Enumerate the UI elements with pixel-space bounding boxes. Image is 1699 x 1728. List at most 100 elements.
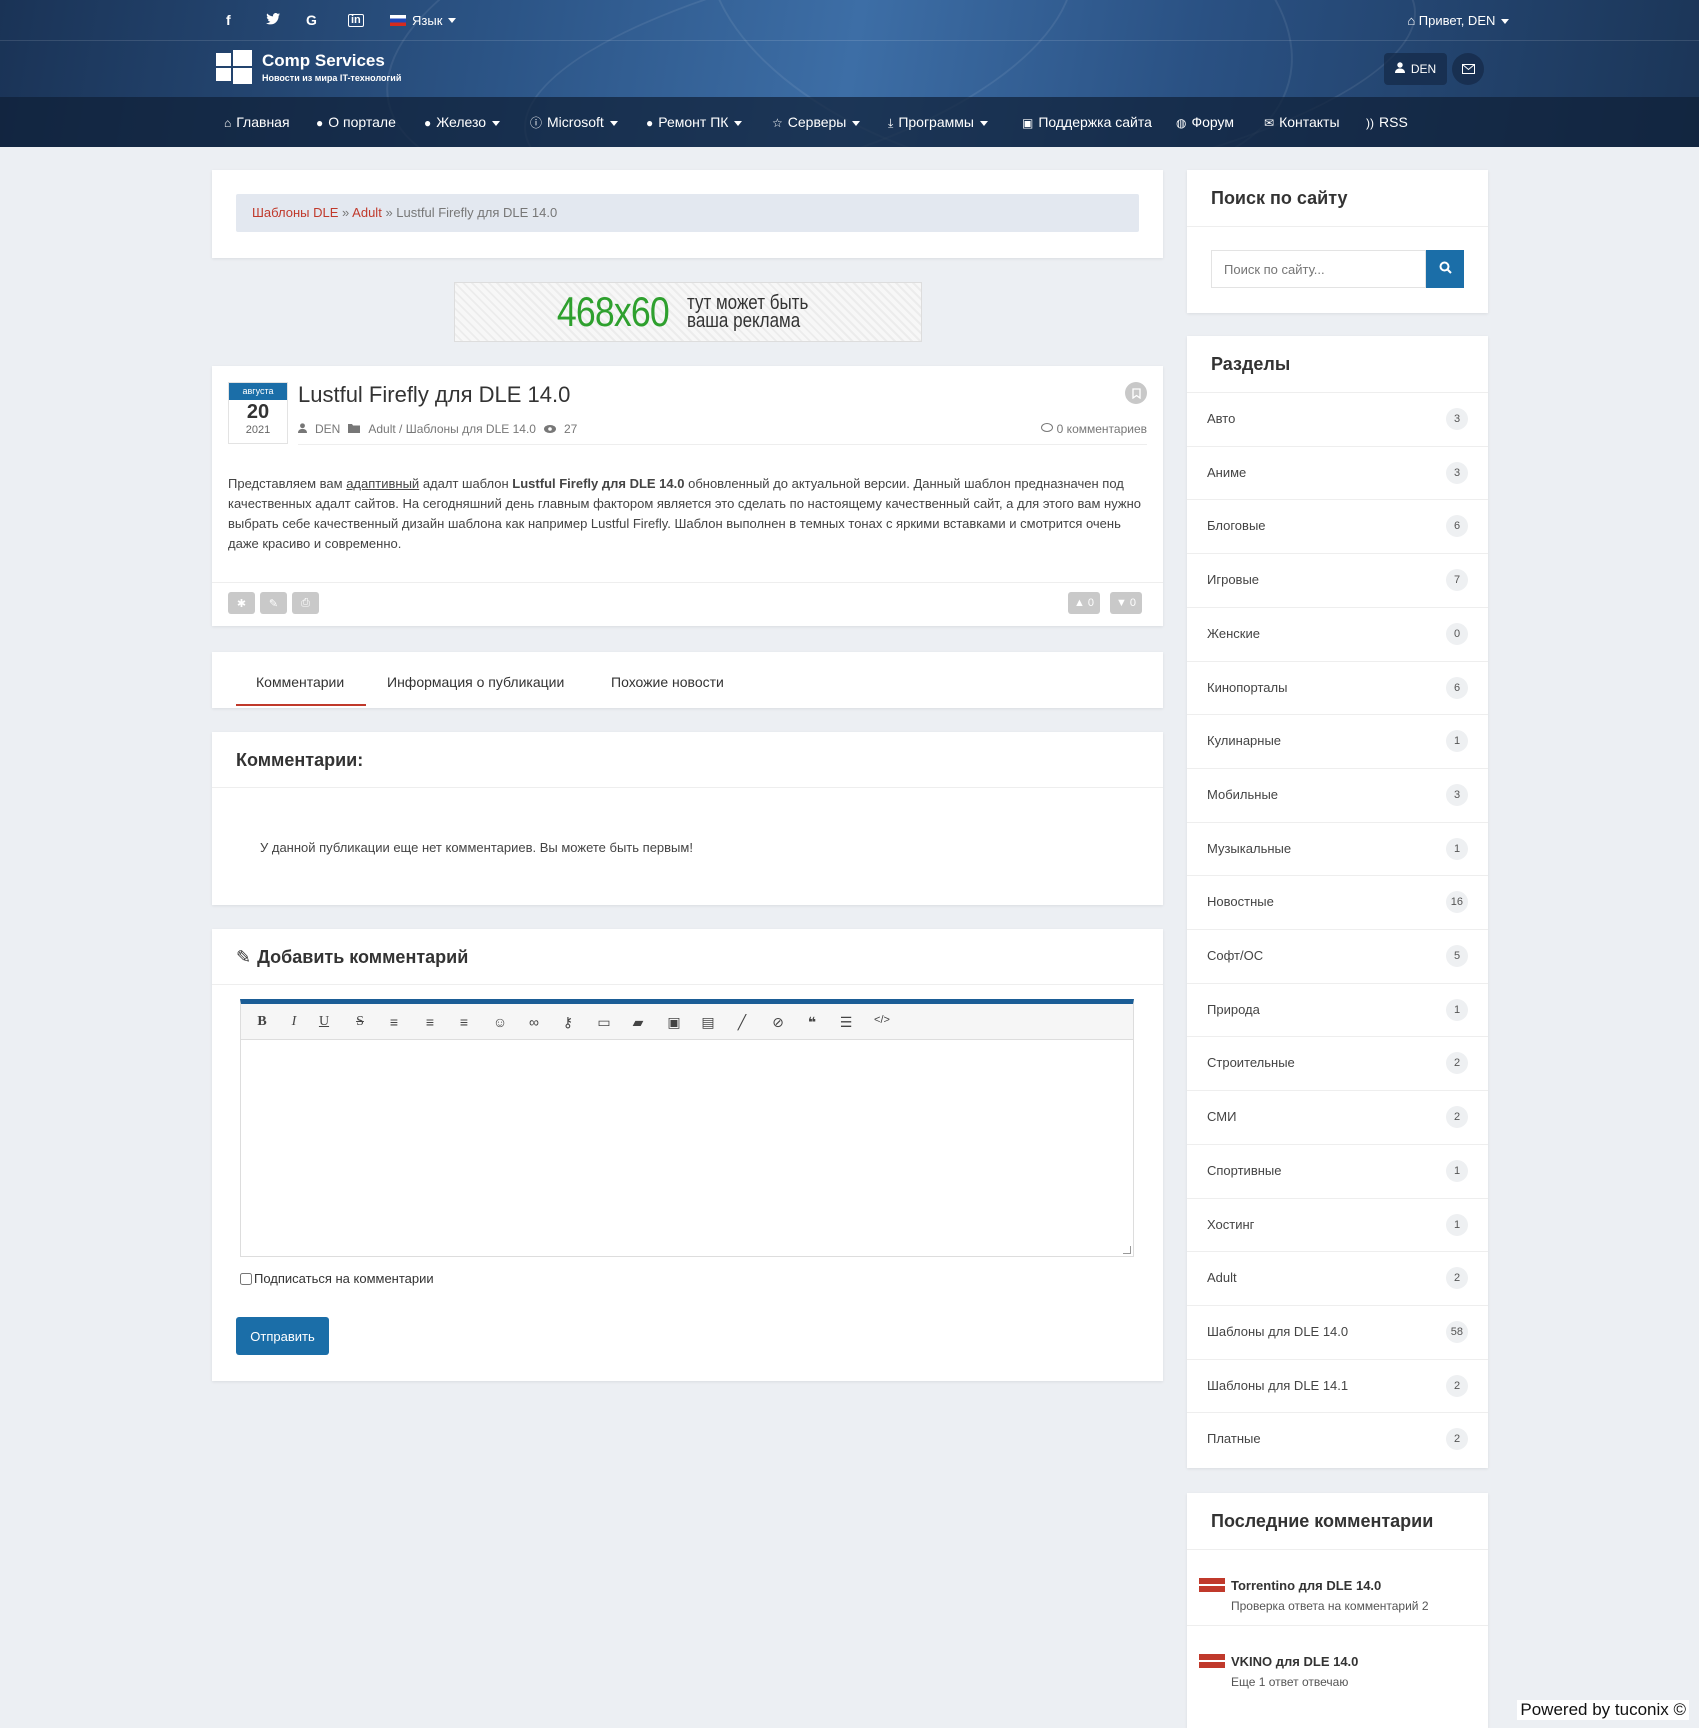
divider [212,582,1163,583]
divider [212,787,1163,788]
complaint-button[interactable]: ✱ [228,592,255,614]
sidebar-item-category[interactable]: Женские 0 [1187,606,1488,661]
underline-icon[interactable]: U [315,1014,333,1030]
italic-icon[interactable]: I [285,1014,303,1030]
search-button[interactable] [1426,250,1464,288]
sidebar-item-category[interactable]: Аниме 3 [1187,445,1488,500]
post-categories[interactable]: Adult / Шаблоны для DLE 14.0 [368,422,536,436]
sections-title: Разделы [1211,354,1291,374]
align-center-icon[interactable]: ≡ [421,1014,439,1030]
sidebar-item-category[interactable]: Мобильные 3 [1187,767,1488,822]
print-button[interactable]: ⎙ [292,592,319,614]
sidebar-item-category[interactable]: Спортивные 1 [1187,1143,1488,1198]
vote-down-button[interactable]: ▼ 0 [1110,592,1143,614]
bookmark-icon[interactable] [1125,382,1147,404]
image-icon[interactable]: ▭ [595,1014,613,1031]
edit-button[interactable]: ✎ [260,592,287,614]
nav-item-contacts[interactable]: ✉ Контакты [1264,114,1340,130]
tab-publication-info[interactable]: Информация о публикации [387,674,564,690]
sidebar-item-category[interactable]: Кинопорталы 6 [1187,660,1488,715]
sidebar-item-category[interactable]: Природа 1 [1187,982,1488,1037]
breadcrumb-separator: » [342,205,350,220]
nav-item-rss[interactable]: )) RSS [1366,114,1408,130]
submit-comment-button[interactable]: Отправить [236,1317,329,1355]
sidebar-item-category[interactable]: Adult 2 [1187,1251,1488,1305]
sidebar-item-category[interactable]: Шаблоны для DLE 14.1 2 [1187,1358,1488,1413]
quote-icon[interactable]: ❝ [803,1014,821,1031]
tab-comments[interactable]: Комментарии [256,674,344,690]
twitter-icon[interactable] [266,12,280,28]
category-label: Новостные [1207,894,1274,910]
sidebar-item-category[interactable]: Игровые 7 [1187,553,1488,607]
sidebar-item-category[interactable]: Блоговые 6 [1187,499,1488,553]
color-icon[interactable]: ╱ [733,1014,751,1031]
site-header: f G in Язык ⌂ Привет, DEN Comp Services … [0,0,1699,147]
nav-item-hardware[interactable]: ● Железо [424,114,501,130]
subscribe-checkbox-input[interactable] [240,1272,252,1285]
rss-icon: )) [1366,116,1374,130]
sidebar-item-category[interactable]: Строительные 2 [1187,1036,1488,1090]
smile-icon[interactable]: ☺ [491,1014,509,1030]
last-comment-title[interactable]: Torrentino для DLE 14.0 [1231,1578,1381,1593]
sidebar-item-category[interactable]: Новостные 16 [1187,875,1488,929]
site-logo[interactable]: Comp Services Новости из мира IT-техноло… [216,50,401,84]
sidebar-item-category[interactable]: Музыкальные 1 [1187,821,1488,876]
post-author[interactable]: DEN [315,422,340,436]
key-icon[interactable]: ⚷ [559,1014,577,1031]
user-profile-button[interactable]: DEN [1384,53,1447,85]
home-icon: ⌂ [224,116,232,130]
nav-item-servers[interactable]: ☆ Серверы [772,114,861,130]
resize-handle[interactable] [1123,1246,1131,1254]
folder-icon[interactable]: ▰ [629,1014,647,1031]
messages-button[interactable] [1452,53,1484,85]
comment-editor[interactable]: B I U S ≡ ≡ ≡ ☺ ∞ ⚷ ▭ ▰ ▣ ▤ ╱ ⊘ ❝ ☰ </> [240,999,1134,1257]
subscribe-checkbox[interactable]: Подписаться на комментарии [240,1271,434,1286]
nav-item-about[interactable]: ● О портале [316,114,396,130]
breadcrumb-link-adult[interactable]: Adult [352,205,382,220]
sidebar-item-category[interactable]: Платные 2 [1187,1412,1488,1466]
language-dropdown[interactable]: Язык [390,13,457,28]
sidebar-item-category[interactable]: Софт/ОС 5 [1187,929,1488,983]
bold-icon[interactable]: B [253,1014,271,1030]
sidebar-item-category[interactable]: Авто 3 [1187,392,1488,446]
align-left-icon[interactable]: ≡ [385,1014,403,1030]
link-icon[interactable]: ∞ [525,1014,543,1030]
post-date-badge: августа 20 2021 [228,382,288,444]
nav-item-forum[interactable]: ◍ Форум [1176,114,1234,130]
nav-item-microsoft[interactable]: ⓘ Microsoft [530,114,618,131]
nav-item-programs[interactable]: ⤓ Программы [888,114,988,131]
list-item[interactable]: Torrentino для DLE 14.0 Проверка ответа … [1187,1549,1488,1625]
search-input[interactable] [1211,250,1426,288]
ad-banner[interactable]: 468x60 тут может быть ваша реклама [454,282,922,342]
sidebar-item-category[interactable]: Кулинарные 1 [1187,714,1488,768]
strike-icon[interactable]: S [351,1014,369,1030]
greeting-text: Привет, DEN [1418,13,1496,28]
code-icon[interactable]: </> [873,1014,891,1026]
post-comments-count[interactable]: 0 комментариев [1041,422,1147,436]
facebook-icon[interactable]: f [226,12,231,28]
tab-similar-news[interactable]: Похожие новости [611,674,724,690]
last-comment-title[interactable]: VKINO для DLE 14.0 [1231,1654,1358,1669]
download-icon: ⤓ [888,116,894,130]
breadcrumb-link-dle-templates[interactable]: Шаблоны DLE [252,205,338,220]
sidebar-item-category[interactable]: Хостинг 1 [1187,1197,1488,1252]
sidebar-item-category[interactable]: СМИ 2 [1187,1090,1488,1144]
align-right-icon[interactable]: ≡ [455,1014,473,1030]
nav-item-support[interactable]: ▣ Поддержка сайта [1022,114,1152,130]
vote-up-button[interactable]: ▲ 0 [1068,592,1101,614]
user-greeting-dropdown[interactable]: ⌂ Привет, DEN [1407,13,1509,28]
chevron-down-icon [492,120,501,126]
list-icon[interactable]: ☰ [837,1014,855,1031]
category-label: Платные [1207,1431,1261,1447]
post-body-link[interactable]: адаптивный [346,476,419,491]
nav-item-pc-repair[interactable]: ● Ремонт ПК [646,114,743,130]
google-icon[interactable]: G [306,12,317,28]
linkedin-icon[interactable]: in [348,14,364,27]
hide-icon[interactable]: ⊘ [769,1014,787,1031]
nav-item-home[interactable]: ⌂ Главная [224,114,290,130]
list-item[interactable]: VKINO для DLE 14.0 Еще 1 ответ отвечаю [1187,1625,1488,1701]
spoiler-icon[interactable]: ▤ [699,1014,717,1031]
sidebar-item-category[interactable]: Шаблоны для DLE 14.0 58 [1187,1304,1488,1359]
media-icon[interactable]: ▣ [665,1014,683,1031]
print-icon: ⎙ [301,596,310,609]
